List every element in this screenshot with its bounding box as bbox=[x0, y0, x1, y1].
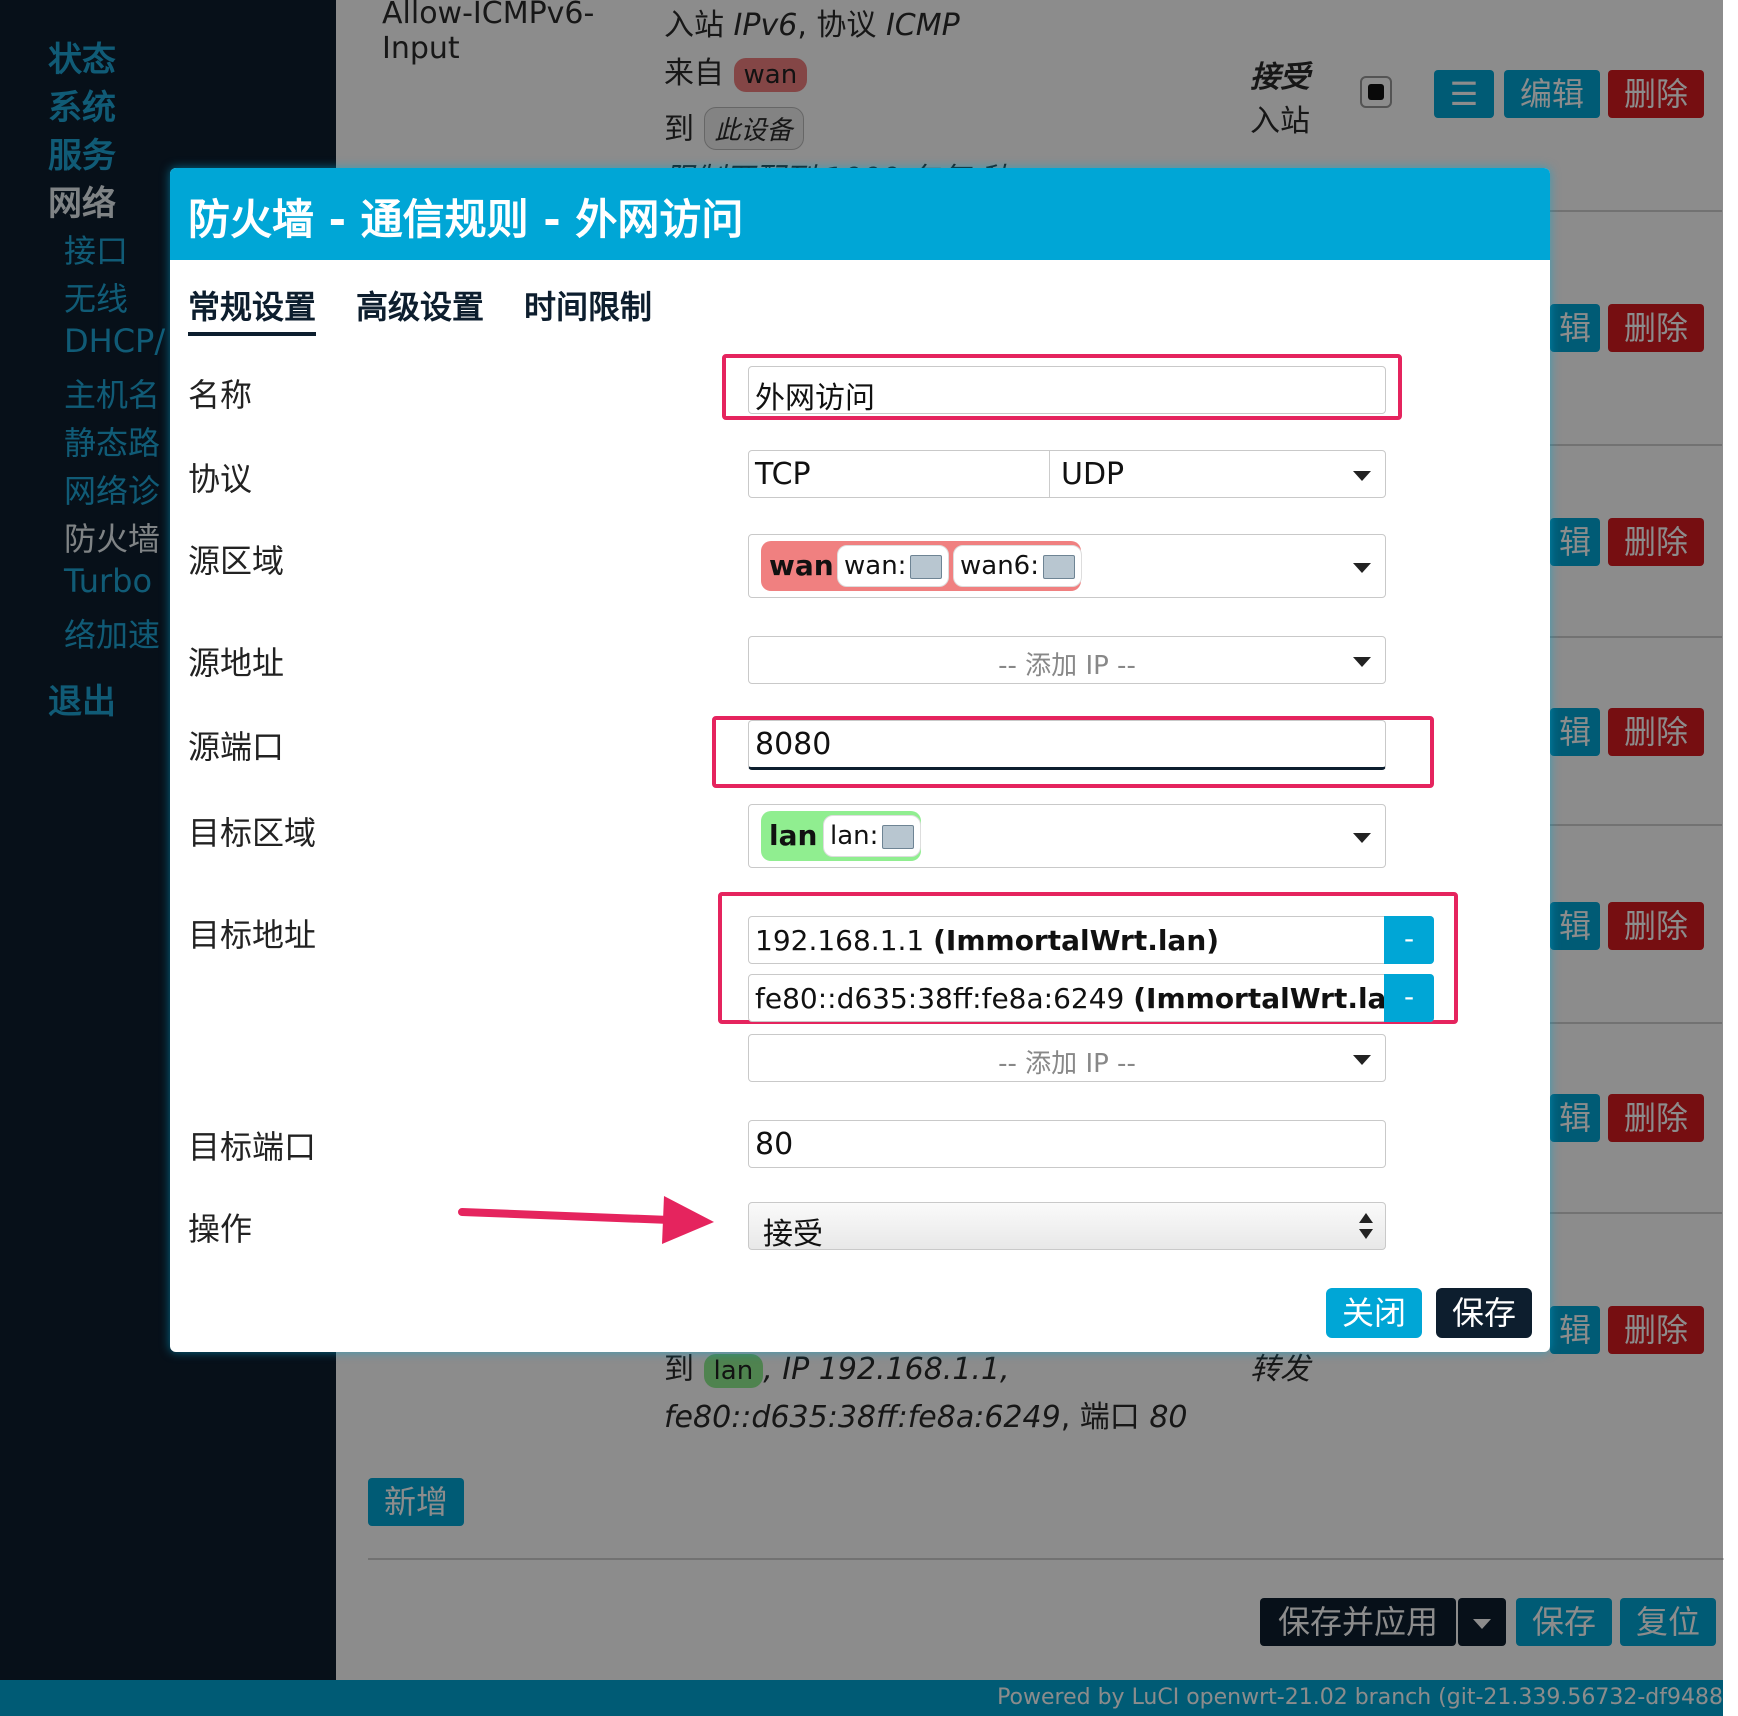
network-interface-icon bbox=[1042, 554, 1075, 579]
dest-zone-label: 目标区域 bbox=[188, 814, 317, 852]
network-chip-wan: wan: bbox=[837, 545, 950, 587]
chevron-down-icon bbox=[1353, 563, 1371, 573]
zone-wan-chip: wan wan: wan6: bbox=[761, 541, 1082, 591]
close-button[interactable]: 关闭 bbox=[1326, 1288, 1422, 1338]
select-updown-icon bbox=[1359, 1213, 1373, 1241]
src-ip-select[interactable]: -- 添加 IP -- bbox=[748, 636, 1386, 684]
save-button[interactable]: 保存 bbox=[1436, 1288, 1532, 1338]
network-chip-wan6: wan6: bbox=[953, 545, 1082, 587]
rule-edit-modal: 防火墙 - 通信规则 - 外网访问 常规设置 高级设置 时间限制 名称 外网访问… bbox=[170, 168, 1550, 1352]
action-label: 操作 bbox=[188, 1210, 253, 1248]
remove-ip-button[interactable]: - bbox=[1384, 916, 1434, 964]
name-input[interactable]: 外网访问 bbox=[748, 366, 1386, 416]
dest-ip-entry: 192.168.1.1 (ImmortalWrt.lan) - bbox=[748, 916, 1434, 964]
tab-advanced[interactable]: 高级设置 bbox=[356, 282, 484, 328]
src-zone-select[interactable]: wan wan: wan6: bbox=[748, 534, 1386, 598]
modal-title: 防火墙 - 通信规则 - 外网访问 bbox=[188, 195, 744, 244]
action-select[interactable]: 接受 bbox=[748, 1202, 1386, 1252]
network-chip-lan: lan: bbox=[823, 815, 922, 857]
remove-ip-button[interactable]: - bbox=[1384, 974, 1434, 1022]
dest-port-input[interactable]: 80 bbox=[748, 1120, 1386, 1168]
src-port-input[interactable]: 8080 bbox=[748, 720, 1386, 770]
chevron-down-icon bbox=[1353, 833, 1371, 843]
protocol-label: 协议 bbox=[188, 460, 253, 498]
tab-time[interactable]: 时间限制 bbox=[524, 282, 652, 328]
protocol-select[interactable]: TCP UDP bbox=[748, 450, 1386, 498]
chevron-down-icon bbox=[1353, 1055, 1371, 1065]
dest-ip-entry: fe80::d635:38ff:fe8a:6249 (ImmortalWrt.l… bbox=[748, 974, 1434, 1022]
dest-port-label: 目标端口 bbox=[188, 1128, 317, 1166]
src-ip-label: 源地址 bbox=[188, 644, 285, 682]
chevron-down-icon bbox=[1353, 471, 1371, 481]
modal-header: 防火墙 - 通信规则 - 外网访问 bbox=[170, 168, 1550, 260]
name-label: 名称 bbox=[188, 376, 253, 414]
src-zone-label: 源区域 bbox=[188, 542, 285, 580]
tab-general[interactable]: 常规设置 bbox=[188, 282, 317, 336]
dest-ip-label: 目标地址 bbox=[188, 916, 317, 954]
protocol-tcp: TCP bbox=[749, 451, 1050, 497]
chevron-down-icon bbox=[1353, 657, 1371, 667]
src-port-label: 源端口 bbox=[188, 728, 285, 766]
network-interface-icon bbox=[882, 824, 915, 849]
zone-lan-chip: lan lan: bbox=[761, 811, 922, 861]
dest-zone-select[interactable]: lan lan: bbox=[748, 804, 1386, 868]
dest-ip-select[interactable]: -- 添加 IP -- bbox=[748, 1034, 1386, 1082]
arrow-annotation bbox=[458, 1196, 714, 1244]
network-interface-icon bbox=[910, 554, 943, 579]
